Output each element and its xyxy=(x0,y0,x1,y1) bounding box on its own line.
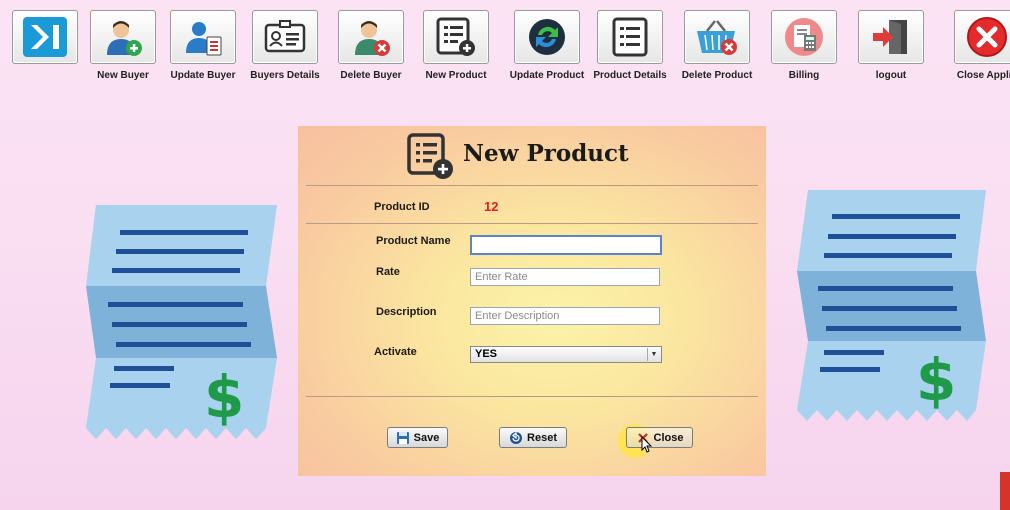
toolbar-item-update-buyer[interactable]: Update Buyer xyxy=(160,10,246,81)
toolbar-item-update-product[interactable]: Update Product xyxy=(504,10,590,81)
user-edit-icon xyxy=(186,22,222,56)
toolbar-button[interactable] xyxy=(954,10,1010,64)
toolbar-item-delete-buyer[interactable]: Delete Buyer xyxy=(328,10,414,81)
divider xyxy=(306,396,758,397)
toolbar-label: New Buyer xyxy=(97,70,149,81)
reset-button-label: Reset xyxy=(527,431,557,444)
corner-badge xyxy=(1000,472,1010,510)
toolbar-button[interactable] xyxy=(170,10,236,64)
toolbar-button[interactable] xyxy=(597,10,663,64)
receipt-illustration-right: $ xyxy=(797,190,986,421)
toolbar-label: Delete Product xyxy=(681,70,753,81)
reset-icon xyxy=(510,431,523,444)
toolbar-item-toggle[interactable] xyxy=(2,10,88,64)
toolbar-label: Product Details xyxy=(593,70,667,81)
rate-input[interactable] xyxy=(470,268,660,286)
close-button-label: Close xyxy=(653,431,684,444)
description-label: Description xyxy=(376,306,437,318)
list-icon xyxy=(612,17,648,57)
dollar-icon: $ xyxy=(916,346,956,414)
user-add-icon xyxy=(107,21,142,56)
new-product-form: New Product Product ID 12 Product Name R… xyxy=(298,126,766,476)
close-circle-icon xyxy=(967,17,1007,57)
toolbar-button[interactable] xyxy=(252,10,318,64)
description-input[interactable] xyxy=(470,307,660,325)
divider xyxy=(306,223,758,224)
toolbar-button[interactable] xyxy=(338,10,404,64)
toolbar-button[interactable] xyxy=(858,10,924,64)
list-add-icon xyxy=(407,133,453,179)
toolbar-label: logout xyxy=(875,70,907,81)
page-title: New Product xyxy=(463,140,629,167)
toolbar: New Buyer Update Buyer Buyers Details De… xyxy=(0,0,1010,88)
toolbar-item-buyers-details[interactable]: Buyers Details xyxy=(242,10,328,81)
toolbar-item-new-buyer[interactable]: New Buyer xyxy=(80,10,166,81)
product-id-label: Product ID xyxy=(374,201,430,213)
toolbar-label: Delete Buyer xyxy=(340,70,402,81)
dollar-icon: $ xyxy=(204,363,244,431)
divider xyxy=(306,185,758,186)
toolbar-item-delete-product[interactable]: Delete Product xyxy=(674,10,760,81)
bill-calculator-icon xyxy=(785,18,823,56)
mouse-cursor-icon xyxy=(641,436,653,453)
rate-label: Rate xyxy=(376,266,400,278)
chevron-down-icon[interactable]: ▼ xyxy=(647,348,660,361)
toolbar-label: Update Product xyxy=(509,70,585,81)
exit-door-icon xyxy=(873,20,907,54)
toolbar-item-new-product[interactable]: New Product xyxy=(413,10,499,81)
toolbar-button[interactable] xyxy=(684,10,750,64)
toolbar-label: Update Buyer xyxy=(170,70,236,81)
activate-label: Activate xyxy=(374,346,417,358)
product-name-label: Product Name xyxy=(376,235,451,247)
reset-button[interactable]: Reset xyxy=(499,427,567,448)
id-card-icon xyxy=(264,20,306,53)
toolbar-label: Buyers Details xyxy=(250,70,320,81)
receipt-illustration-left: $ xyxy=(86,205,277,439)
activate-select-value: YES xyxy=(475,348,498,360)
toolbar-button[interactable] xyxy=(12,10,78,64)
toolbar-button[interactable] xyxy=(771,10,837,64)
save-button-label: Save xyxy=(413,431,440,444)
toolbar-button[interactable] xyxy=(514,10,580,64)
toolbar-item-logout[interactable]: logout xyxy=(848,10,934,81)
close-button[interactable]: Close xyxy=(626,427,693,448)
basket-delete-icon xyxy=(697,20,737,55)
user-delete-icon xyxy=(355,21,390,56)
product-id-value: 12 xyxy=(484,199,499,214)
toolbar-label: Close Applic xyxy=(956,70,1010,81)
refresh-icon xyxy=(529,19,565,55)
list-add-icon xyxy=(436,17,475,56)
product-name-input[interactable] xyxy=(470,235,662,255)
toolbar-item-billing[interactable]: Billing xyxy=(761,10,847,81)
toolbar-button[interactable] xyxy=(423,10,489,64)
toolbar-button[interactable] xyxy=(90,10,156,64)
toolbar-item-product-details[interactable]: Product Details xyxy=(587,10,673,81)
floppy-disk-icon xyxy=(396,431,409,444)
toolbar-item-close-application[interactable]: Close Applic xyxy=(944,10,1010,81)
activate-select[interactable]: YES ▼ xyxy=(470,346,662,363)
toolbar-label: Billing xyxy=(788,70,820,81)
sidebar-toggle-icon xyxy=(23,17,67,57)
toolbar-label: New Product xyxy=(425,70,487,81)
save-button[interactable]: Save xyxy=(387,427,448,448)
